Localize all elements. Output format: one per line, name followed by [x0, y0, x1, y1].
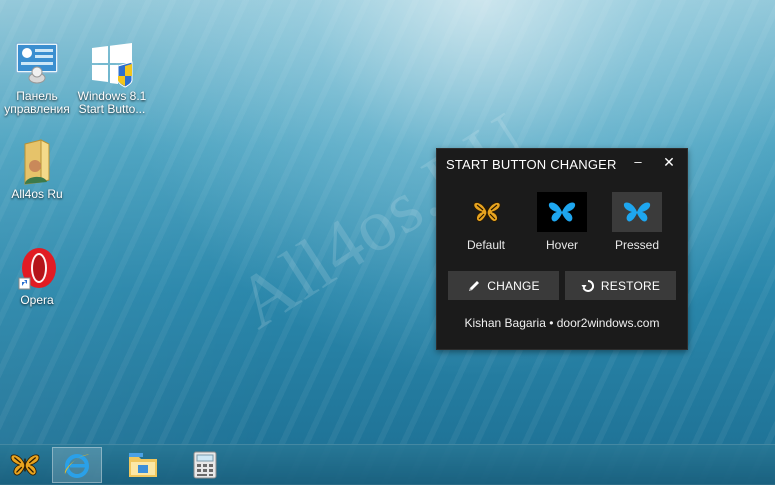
preview-default[interactable]	[462, 192, 512, 232]
butterfly-blue-icon	[548, 202, 576, 222]
internet-explorer-icon	[64, 454, 89, 478]
pencil-icon	[469, 280, 480, 291]
desktop-icon-all4os-folder[interactable]: All4os Ru	[0, 138, 74, 201]
window-title: START BUTTON CHANGER	[446, 157, 617, 172]
desktop-icon-label: управления	[4, 102, 70, 116]
desktop-icon-label: All4os Ru	[11, 187, 63, 201]
user-folder-icon	[13, 138, 61, 186]
taskbar-file-explorer[interactable]	[118, 447, 168, 483]
restore-arrow-icon	[581, 279, 594, 292]
control-panel-icon	[13, 40, 61, 88]
preview-label-default: Default	[466, 238, 506, 252]
desktop-icon-label: Start Butto...	[78, 102, 146, 116]
preview-label-hover: Hover	[545, 238, 578, 252]
start-button-changer-window: START BUTTON CHANGER – ✕ Default Hover P…	[436, 148, 688, 350]
windows-logo-shield-icon	[88, 40, 136, 88]
preview-label-pressed: Pressed	[614, 238, 660, 252]
start-button[interactable]	[0, 447, 50, 483]
calculator-icon	[193, 451, 217, 479]
start-butterfly-icon	[10, 454, 40, 476]
preview-pressed[interactable]	[612, 192, 662, 232]
close-button[interactable]: ✕	[661, 155, 677, 171]
minimize-button[interactable]: –	[630, 155, 646, 171]
taskbar-internet-explorer[interactable]	[52, 447, 102, 483]
desktop-icon-control-panel[interactable]: Панель управления	[0, 40, 74, 116]
restore-button[interactable]: RESTORE	[565, 271, 676, 300]
preview-hover[interactable]	[537, 192, 587, 232]
credit-text: Kishan Bagaria • door2windows.com	[464, 316, 660, 330]
butterfly-blue-icon	[623, 202, 651, 222]
taskbar	[0, 444, 775, 485]
desktop-icon-label: Opera	[20, 293, 54, 307]
taskbar-calculator[interactable]	[180, 447, 230, 483]
restore-button-label: RESTORE	[600, 278, 661, 293]
opera-icon	[13, 244, 61, 292]
desktop-icon-start-button-changer[interactable]: Windows 8.1 Start Butto...	[75, 40, 149, 116]
desktop-icon-opera[interactable]: Opera	[0, 244, 74, 307]
change-button-label: CHANGE	[487, 278, 540, 293]
butterfly-gold-icon	[473, 202, 501, 222]
desktop: All4os.RU Панель управления Windows 8.1 …	[0, 0, 775, 485]
change-button[interactable]: CHANGE	[448, 271, 559, 300]
file-explorer-icon	[129, 453, 157, 477]
